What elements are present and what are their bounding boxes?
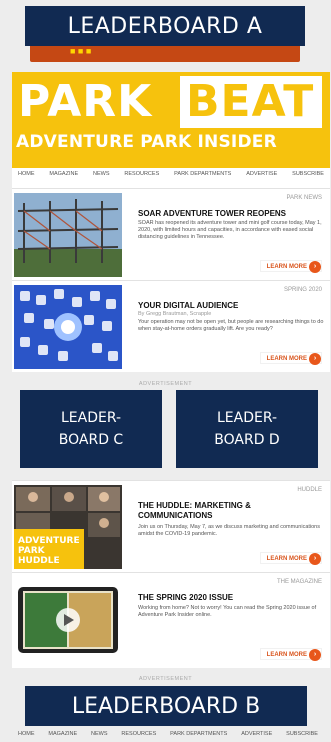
leaderboard-d[interactable]: LEADER-BOARD D [176,390,318,468]
article-card: SPRING 2020 YOUR DIGITAL AUDIENCE By Gre… [12,280,330,372]
nav-home[interactable]: HOME [18,171,35,177]
nav-news[interactable]: NEWS [93,171,110,177]
nav-subscribe[interactable]: SUBSCRIBE [286,731,318,737]
learn-more-button[interactable]: LEARN MORE › [259,552,322,565]
article-thumbnail[interactable]: ADVENTURE PARK HUDDLE [14,485,122,569]
article-thumbnail[interactable] [14,577,122,661]
svg-text:ADVENTURE: ADVENTURE [18,536,80,546]
article-body: Your operation may not be open yet, but … [138,319,324,332]
nav-resources[interactable]: RESOURCES [121,731,156,737]
learn-more-label: LEARN MORE [266,652,307,658]
nav-subscribe[interactable]: SUBSCRIBE [292,171,324,177]
article-body: Join us on Thursday, May 7, as we discus… [138,524,320,537]
svg-text:HUDDLE: HUDDLE [18,556,60,566]
nav-news[interactable]: NEWS [91,731,108,737]
arrow-right-icon: › [309,353,321,365]
arrow-right-icon: › [309,261,321,273]
article-body: Working from home? Not to worry! You can… [138,605,317,618]
advertisement-label: ADVERTISEMENT [138,381,193,387]
nav-park-departments[interactable]: PARK DEPARTMENTS [170,731,227,737]
masthead: PARK BEAT ADVENTURE PARK INSIDER HOME MA… [12,72,330,188]
article-title[interactable]: THE SPRING 2020 ISSUE [138,593,324,603]
leaderboard-b[interactable]: LEADERBOARD B [25,686,307,726]
learn-more-label: LEARN MORE [266,264,307,270]
svg-text:PARK: PARK [18,546,46,556]
arrow-right-icon: › [309,553,321,565]
top-nav: HOME MAGAZINE NEWS RESOURCES PARK DEPART… [18,171,324,177]
article-card: ADVENTURE PARK HUDDLE HUDDLE THE HUDDLE:… [12,480,330,572]
article-title[interactable]: YOUR DIGITAL AUDIENCE [138,301,324,311]
nav-advertise[interactable]: ADVERTISE [241,731,272,737]
masthead-banner[interactable]: PARK BEAT ADVENTURE PARK INSIDER [12,72,330,168]
advertisement-label: ADVERTISEMENT [138,676,193,682]
nav-resources[interactable]: RESOURCES [124,171,159,177]
nav-park-departments[interactable]: PARK DEPARTMENTS [174,171,231,177]
article-tag: SPRING 2020 [283,287,322,293]
leaderboard-a[interactable]: LEADERBOARD A [25,6,305,46]
footer-nav: HOME MAGAZINE NEWS RESOURCES PARK DEPART… [18,731,318,737]
learn-more-label: LEARN MORE [266,356,307,362]
article-title[interactable]: SOAR ADVENTURE TOWER REOPENS [138,209,324,219]
article-thumbnail[interactable] [14,193,122,277]
nav-home[interactable]: HOME [18,731,35,737]
nav-advertise[interactable]: ADVERTISE [246,171,277,177]
nav-magazine[interactable]: MAGAZINE [49,171,78,177]
article-tag: HUDDLE [297,487,322,493]
masthead-title-park: PARK [18,76,153,127]
article-title[interactable]: THE HUDDLE: MARKETING & COMMUNICATIONS [138,501,324,521]
promo-banner[interactable]: ■ ■ ■ [30,44,300,62]
article-tag: THE MAGAZINE [276,579,322,585]
article-card: PARK NEWS SOAR ADVENTURE TOWER REOPENS S… [12,188,330,280]
learn-more-button[interactable]: LEARN MORE › [259,648,322,661]
article-card: THE MAGAZINE THE SPRING 2020 ISSUE Worki… [12,572,330,668]
article-tag: PARK NEWS [286,195,322,201]
learn-more-button[interactable]: LEARN MORE › [259,352,322,365]
nav-magazine[interactable]: MAGAZINE [48,731,77,737]
masthead-title-beat: BEAT [180,76,322,128]
leaderboard-c[interactable]: LEADER-BOARD C [20,390,162,468]
learn-more-label: LEARN MORE [266,556,307,562]
article-body: SOAR has reopened its adventure tower an… [138,220,322,240]
promo-banner-text: ■ ■ ■ [70,46,92,56]
newsletter-page: ■ ■ ■ LEADERBOARD A PARK BEAT ADVENTURE … [0,0,331,742]
article-byline: By Gregg Brautman, Scrapple [138,311,212,317]
arrow-right-icon: › [309,649,321,661]
article-thumbnail[interactable] [14,285,122,369]
masthead-tagline: ADVENTURE PARK INSIDER [16,132,277,152]
learn-more-button[interactable]: LEARN MORE › [259,260,322,273]
